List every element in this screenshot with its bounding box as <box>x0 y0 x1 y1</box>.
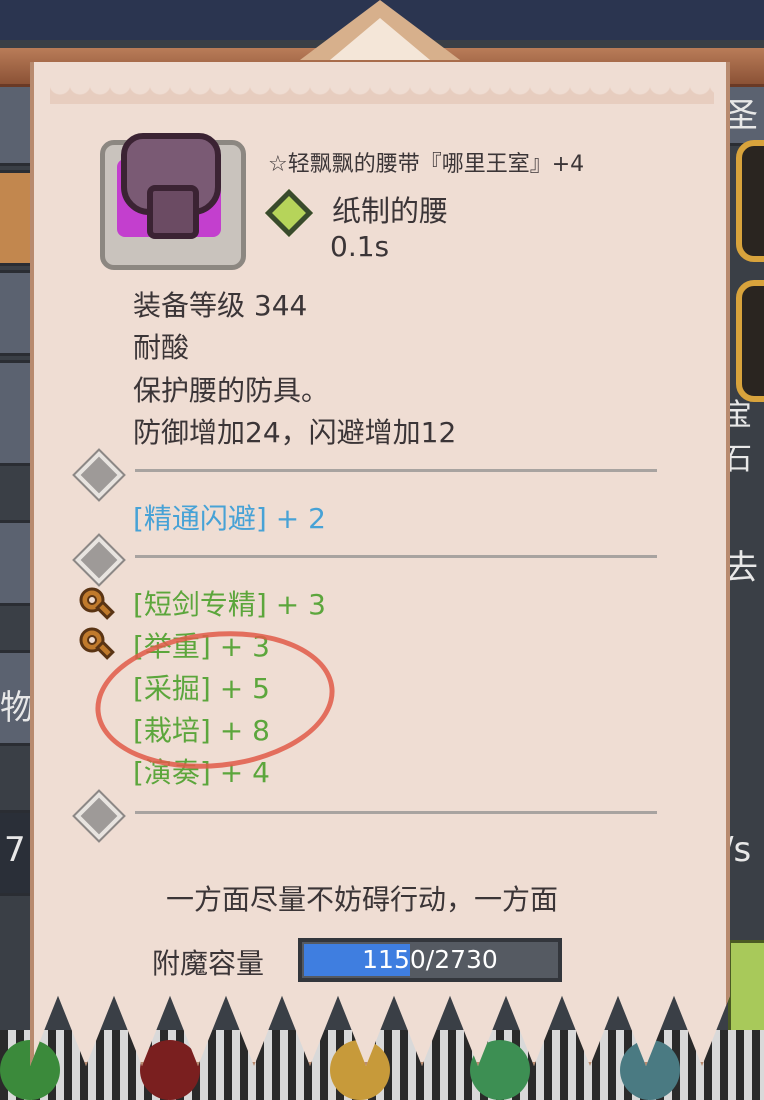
enchant-capacity-label: 附魔容量 <box>152 947 265 980</box>
item-description: 保护腰的防具。 <box>133 374 330 407</box>
bg-gold-badge-1 <box>736 140 764 262</box>
item-icon-frame <box>100 133 246 270</box>
bg-gold-badge-2 <box>736 280 764 402</box>
flavor-text-cutoff <box>134 918 614 932</box>
item-type: 纸制的腰 <box>332 194 449 228</box>
item-property: 耐酸 <box>133 331 190 364</box>
enchant-capacity-bar: 1150/2730 <box>298 938 562 982</box>
item-name: ☆轻飘飘的腰带『哪里王室』+4 <box>268 152 585 177</box>
equipment-level: 装备等级 344 <box>133 289 308 322</box>
skill-bonus-green-1: [短剑专精] + 3 <box>133 588 326 621</box>
section-divider-2 <box>135 555 657 558</box>
item-stats: 防御增加24，闪避增加12 <box>133 416 457 449</box>
craft-tool-icon-2 <box>79 627 115 660</box>
tooltip-scallop-trim <box>50 84 714 104</box>
belt-buckle-icon <box>147 185 199 239</box>
flavor-text: 一方面尽量不妨碍行动，一方面 <box>166 883 559 916</box>
section-divider-1 <box>135 469 657 472</box>
bg-left-text: 物 <box>0 688 34 728</box>
craft-tool-icon-1 <box>79 587 115 620</box>
bg-left-number: 7 <box>4 830 26 870</box>
enchant-capacity-value: 1150/2730 <box>362 945 498 974</box>
skill-bonus-blue: [精通闪避] + 2 <box>133 502 326 535</box>
item-speed: 0.1s <box>330 230 390 263</box>
section-divider-3 <box>135 811 657 814</box>
skill-icon-2[interactable] <box>140 1040 200 1100</box>
